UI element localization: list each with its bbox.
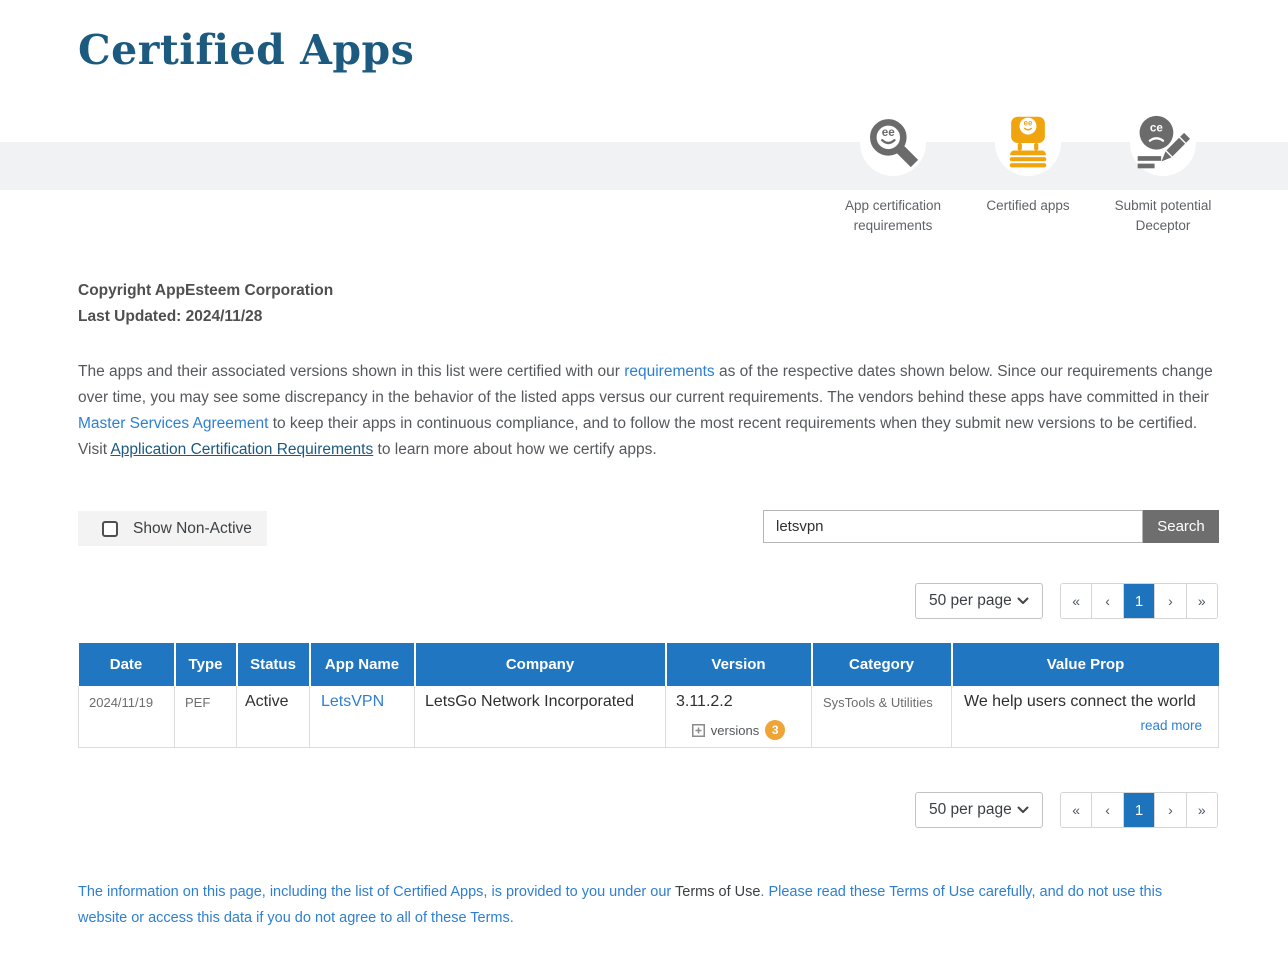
svg-text:ee: ee — [1024, 119, 1033, 128]
terms-footer: The information on this page, including … — [78, 879, 1196, 931]
show-non-active-checkbox[interactable] — [102, 521, 118, 537]
show-non-active-control[interactable]: Show Non-Active — [78, 511, 267, 546]
per-page-value-bottom: 50 per page — [929, 801, 1012, 819]
application-certification-requirements-link[interactable]: Application Certification Requirements — [110, 441, 373, 458]
intro-paragraph: The apps and their associated versions s… — [78, 359, 1214, 463]
header-app-name: App Name — [310, 643, 415, 686]
prev-page-button[interactable]: ‹ — [1091, 584, 1122, 618]
search-button[interactable]: Search — [1143, 510, 1219, 543]
header-category: Category — [812, 643, 952, 686]
versions-expander[interactable]: versions 3 — [676, 720, 801, 740]
show-non-active-label: Show Non-Active — [133, 520, 252, 538]
cell-version: 3.11.2.2 versions 3 — [666, 686, 812, 748]
nav-item-app-certification-requirements[interactable]: ee App certification requirements — [818, 110, 968, 236]
footer-text-1: The information on this page, including … — [78, 884, 675, 900]
per-page-select-bottom[interactable]: 50 per page — [915, 792, 1043, 828]
prev-page-button-bottom[interactable]: ‹ — [1091, 793, 1122, 827]
pagination-row-bottom: 50 per page « ‹ 1 › » — [0, 792, 1288, 828]
header-company: Company — [415, 643, 666, 686]
version-number: 3.11.2.2 — [676, 693, 801, 711]
nav-label-submit-potential-deceptor: Submit potential Deceptor — [1096, 196, 1231, 236]
read-more-link[interactable]: read more — [1140, 718, 1202, 733]
cell-status: Active — [237, 686, 310, 748]
chevron-down-icon — [1017, 806, 1029, 814]
versions-count-badge: 3 — [765, 720, 785, 740]
header-type: Type — [175, 643, 237, 686]
cell-value-prop: We help users connect the world read mor… — [952, 686, 1219, 748]
plus-square-icon — [692, 724, 705, 737]
table-row: 2024/11/19 PEF Active LetsVPN LetsGo Net… — [79, 686, 1219, 748]
pager-bottom: « ‹ 1 › » — [1060, 792, 1218, 828]
nav-item-submit-potential-deceptor[interactable]: ce Submit potential Deceptor — [1088, 110, 1238, 236]
intro-text-4: to learn more about how we certify apps. — [373, 441, 656, 458]
page-title: Certified Apps — [78, 26, 414, 74]
terms-of-use-link[interactable]: Terms of Use — [675, 884, 760, 900]
last-page-button[interactable]: » — [1186, 584, 1217, 618]
header-value-prop: Value Prop — [952, 643, 1219, 686]
svg-text:ce: ce — [1150, 121, 1164, 134]
deceptor-pencil-icon: ce — [1130, 110, 1196, 176]
per-page-value: 50 per page — [929, 592, 1012, 610]
current-page-button-bottom[interactable]: 1 — [1123, 793, 1154, 827]
magnifier-ee-icon: ee — [860, 110, 926, 176]
cell-company: LetsGo Network Incorporated — [415, 686, 666, 748]
chevron-down-icon — [1017, 597, 1029, 605]
svg-text:ee: ee — [882, 126, 896, 139]
intro-text-1: The apps and their associated versions s… — [78, 363, 624, 380]
cell-app-name: LetsVPN — [310, 686, 415, 748]
certified-apps-page: Certified Apps ee App certification requ… — [0, 0, 1288, 957]
header-status: Status — [237, 643, 310, 686]
pagination-row-top: 50 per page « ‹ 1 › » — [0, 583, 1288, 619]
copyright-line: Copyright AppEsteem Corporation — [78, 278, 333, 304]
cell-category: SysTools & Utilities — [812, 686, 952, 748]
certified-apps-stack-icon: ee — [995, 110, 1061, 176]
last-updated-line: Last Updated: 2024/11/28 — [78, 304, 333, 330]
nav-label-app-certification-requirements: App certification requirements — [826, 196, 961, 236]
certified-apps-table: Date Type Status App Name Company Versio… — [78, 643, 1219, 748]
cell-type: PEF — [175, 686, 237, 748]
nav-label-certified-apps: Certified apps — [961, 196, 1096, 216]
header-date: Date — [79, 643, 175, 686]
requirements-link[interactable]: requirements — [624, 363, 714, 380]
first-page-button-bottom[interactable]: « — [1061, 793, 1091, 827]
last-page-button-bottom[interactable]: » — [1186, 793, 1217, 827]
first-page-button[interactable]: « — [1061, 584, 1091, 618]
pager: « ‹ 1 › » — [1060, 583, 1218, 619]
current-page-button[interactable]: 1 — [1123, 584, 1154, 618]
cell-date: 2024/11/19 — [79, 686, 175, 748]
search-input[interactable] — [763, 510, 1143, 543]
value-prop-text: We help users connect the world — [964, 693, 1206, 711]
versions-label: versions — [711, 723, 759, 738]
copyright-block: Copyright AppEsteem Corporation Last Upd… — [78, 278, 333, 330]
master-services-agreement-link[interactable]: Master Services Agreement — [78, 415, 268, 432]
app-name-link[interactable]: LetsVPN — [321, 693, 384, 710]
per-page-select[interactable]: 50 per page — [915, 583, 1043, 619]
table-header-row: Date Type Status App Name Company Versio… — [79, 643, 1219, 686]
next-page-button[interactable]: › — [1154, 584, 1185, 618]
nav-item-certified-apps[interactable]: ee Certified apps — [953, 110, 1103, 216]
next-page-button-bottom[interactable]: › — [1154, 793, 1185, 827]
header-version: Version — [666, 643, 812, 686]
